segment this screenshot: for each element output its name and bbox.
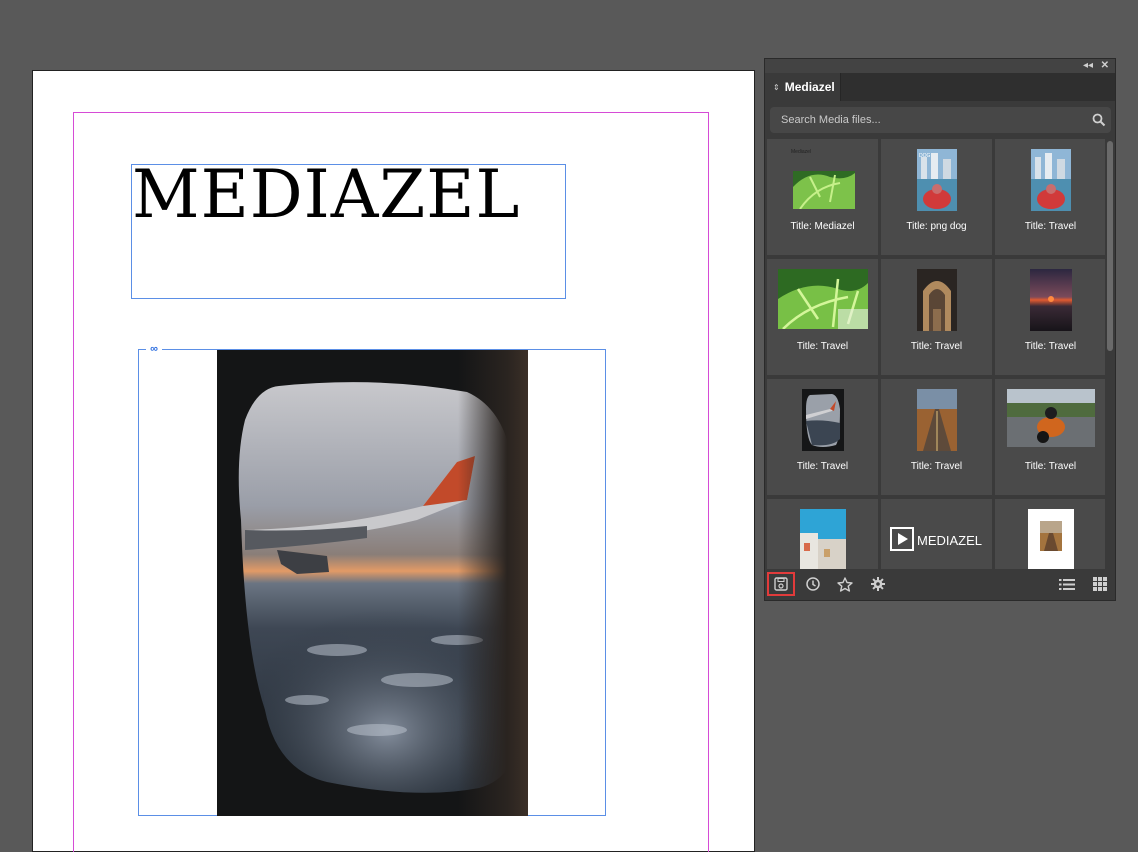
media-tile[interactable]: Title: Travel [995, 379, 1105, 495]
tile-caption: Title: Travel [1024, 221, 1077, 232]
scrollbar-thumb[interactable] [1107, 141, 1113, 351]
collapse-panel-icon[interactable]: ◂◂ [1083, 60, 1093, 72]
thumbnail-archway [916, 269, 957, 331]
media-tile[interactable]: DOG Title: png dog [881, 139, 992, 255]
thumbnail-motorcycle [1006, 389, 1095, 447]
search-icon[interactable] [1092, 113, 1106, 127]
list-view-icon [1059, 578, 1075, 590]
media-tile[interactable] [995, 499, 1105, 571]
thumbnail-boat-city: DOG [916, 149, 957, 211]
tab-label: Mediazel [784, 80, 835, 94]
link-icon[interactable]: ∞ [146, 344, 162, 355]
tab-menu-arrows-icon: ⇕ [773, 82, 780, 92]
media-tile[interactable]: Title: Travel [881, 379, 992, 495]
tab-mediazel[interactable]: ⇕ Mediazel [765, 73, 841, 101]
window-frame-shadow [458, 350, 528, 816]
media-grid: Mediazel Title: Mediazel DOG Title: png … [767, 139, 1105, 571]
thumbnail-palm-leaves: Mediazel [789, 147, 856, 209]
logo-wordmark: MEDIAZEL [917, 533, 982, 548]
history-button[interactable] [799, 572, 827, 596]
media-tile[interactable]: Title: Travel [767, 259, 878, 375]
tile-caption: Title: Travel [910, 461, 963, 472]
tile-caption: Title: Travel [796, 341, 849, 352]
tile-caption: Title: Travel [910, 341, 963, 352]
media-tile[interactable] [767, 499, 878, 571]
save-button[interactable] [767, 572, 795, 596]
thumbnail-palm-leaves-large [777, 269, 868, 329]
media-tile[interactable]: Title: Travel [767, 379, 878, 495]
panel-tab-strip: ⇕ Mediazel [765, 73, 1115, 101]
tile-caption: Title: Travel [1024, 341, 1077, 352]
media-tile[interactable]: Title: Travel [995, 139, 1105, 255]
history-icon [806, 577, 820, 591]
headline-text-frame[interactable]: MEDIAZEL [131, 156, 566, 299]
media-tile[interactable]: Title: Travel [995, 259, 1105, 375]
panel-toolbar [765, 569, 1115, 600]
star-icon [837, 576, 853, 592]
settings-icon [871, 577, 885, 591]
settings-button[interactable] [864, 572, 892, 596]
tile-caption: Title: Travel [796, 461, 849, 472]
thumbnail-sunset [1029, 269, 1072, 331]
thumbnail-street [799, 509, 846, 571]
thumbnail-overlay-text: Mediazel [791, 149, 811, 155]
save-icon [774, 577, 788, 591]
headline-text[interactable]: MEDIAZEL [132, 155, 520, 234]
grid-view-button[interactable] [1086, 572, 1114, 596]
search-input[interactable] [770, 107, 1070, 133]
thumbnail-mediazel-logo: MEDIAZEL [889, 527, 982, 551]
thumbnail-boat-city [1030, 149, 1071, 211]
tile-caption: Title: Travel [1024, 461, 1077, 472]
svg-text:DOG: DOG [919, 153, 931, 159]
list-view-button[interactable] [1053, 572, 1081, 596]
placed-photo-airplane-window[interactable] [217, 350, 528, 816]
panel-titlebar: ◂◂ ✕ [765, 59, 1115, 73]
tile-caption: Title: Mediazel [790, 221, 855, 232]
media-tile[interactable]: MEDIAZEL [881, 499, 992, 571]
grid-scrollbar[interactable] [1107, 141, 1113, 569]
thumbnail-road [916, 389, 957, 451]
grid-view-icon [1093, 577, 1107, 591]
search-box [770, 107, 1111, 133]
media-tile[interactable]: Title: Travel [881, 259, 992, 375]
thumbnail-airplane-window [801, 389, 844, 451]
media-tile[interactable]: Mediazel Title: Mediazel [767, 139, 878, 255]
mediazel-panel: ◂◂ ✕ ⇕ Mediazel Mediazel T [764, 58, 1116, 601]
tile-caption: Title: png dog [906, 221, 967, 232]
favorites-button[interactable] [831, 572, 859, 596]
thumbnail-framed-road [1027, 509, 1074, 571]
close-icon[interactable]: ✕ [1101, 60, 1109, 72]
